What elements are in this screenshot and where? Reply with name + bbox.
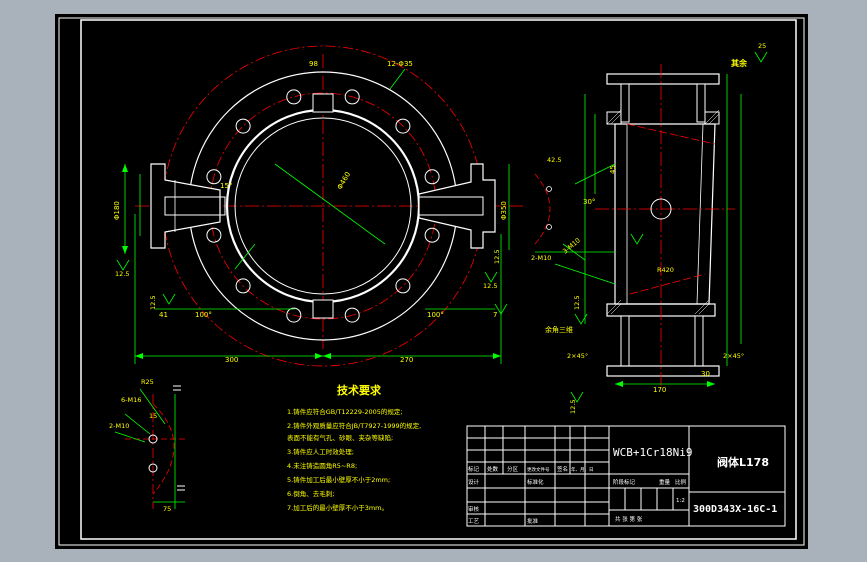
rough-right: 12.5 xyxy=(483,282,497,290)
dim-7: 7 xyxy=(493,311,497,319)
detail-75: 75 xyxy=(163,505,171,513)
dim-41: 41 xyxy=(159,311,168,319)
scale-label: 比例 xyxy=(675,478,687,486)
note-2: 2.铸件外观质量应符合JB/T7927-1999的规定, xyxy=(287,421,421,430)
hdr-sign: 签名 xyxy=(557,465,568,473)
detail-r25: R25 xyxy=(141,378,154,386)
rough-left: 12.5 xyxy=(115,270,129,278)
bolt-hole xyxy=(395,278,411,294)
dim-angle: 15° xyxy=(220,182,232,190)
hdr-count: 处数 xyxy=(487,465,499,473)
title-block-text: WCB+1Cr18Ni9 阀体L178 300D343X-16C-1 标记 处数… xyxy=(468,446,777,525)
dim-30: 30 xyxy=(701,370,710,378)
dim-100b: 100° xyxy=(427,311,444,319)
side-view: 其余 25 45 42.5 2-M10 30° R420 3-M10 余角三维 … xyxy=(531,42,768,414)
drawing-sheet: 98 12-Φ35 Φ460 Φ180 Φ350 15° 12.5 12.5 4… xyxy=(55,14,808,549)
row-design: 设计 xyxy=(468,478,480,486)
detail-6m16: 6-M16 xyxy=(121,396,141,404)
row-standard: 标准化 xyxy=(527,478,544,486)
weight-label: 重量 xyxy=(659,478,671,486)
hdr-doc: 更改文件号 xyxy=(527,466,550,473)
dim-dia-460: Φ460 xyxy=(336,171,352,191)
dim-dia-left: Φ180 xyxy=(113,201,121,220)
note-4: 4.未注铸造圆角R5~R8; xyxy=(287,461,357,470)
dim-45: 45 xyxy=(609,165,617,174)
note-6: 6.倒角、去毛刺; xyxy=(287,489,334,498)
dim-left-width: 300 xyxy=(225,356,238,364)
dim-bolt-holes: 12-Φ35 xyxy=(387,60,413,68)
row-process: 工艺 xyxy=(468,518,480,525)
dim-12-5-a: 12.5 xyxy=(149,296,157,310)
dim-100: 100° xyxy=(195,311,212,319)
scale-value: 1:2 xyxy=(676,498,685,504)
stage-label: 阶段标记 xyxy=(613,478,636,486)
dim-42-5: 42.5 xyxy=(547,156,561,164)
cad-drawing: 98 12-Φ35 Φ460 Φ180 Φ350 15° 12.5 12.5 4… xyxy=(58,17,805,546)
bolt-hole xyxy=(424,227,440,243)
sheets-label: 共 张 第 张 xyxy=(615,515,643,523)
dim-30-deg: 30° xyxy=(583,198,595,206)
note-rest: 其余 xyxy=(731,58,748,68)
note-1: 1.铸件应符合GB/T12229-2005的规定; xyxy=(287,407,403,416)
dim-right-width: 270 xyxy=(400,356,413,364)
bolt-hole xyxy=(286,89,302,105)
label-section: 余角三维 xyxy=(545,325,573,334)
front-view: 98 12-Φ35 Φ460 Φ180 Φ350 15° 12.5 12.5 4… xyxy=(113,45,525,367)
part-name: 阀体L178 xyxy=(717,455,769,469)
dim-radius: R420 xyxy=(657,266,674,274)
hdr-zone: 分区 xyxy=(507,465,519,473)
dim-top: 98 xyxy=(309,60,318,68)
bolt-hole xyxy=(235,118,251,134)
dim-2m10: 2-M10 xyxy=(531,254,551,262)
dim-12-5-side-a: 12.5 xyxy=(573,296,581,310)
dim-170: 170 xyxy=(653,386,666,394)
row-review: 审核 xyxy=(468,505,480,513)
note-5: 5.铸件加工后最小壁厚不小于2mm; xyxy=(287,475,390,484)
dim-dia-right: Φ350 xyxy=(500,201,508,220)
dim-2x45-a: 2×45° xyxy=(567,352,588,360)
detail-2m10: 2-M10 xyxy=(109,422,129,430)
dim-12-5-side-b: 12.5 xyxy=(569,400,577,414)
detail-15: 15 xyxy=(149,412,157,420)
dim-2x45-b: 2×45° xyxy=(723,352,744,360)
drawing-number: 300D343X-16C-1 xyxy=(693,504,777,515)
technical-notes: 技术要求 1.铸件应符合GB/T12229-2005的规定; 2.铸件外观质量应… xyxy=(287,383,421,512)
hdr-mark: 标记 xyxy=(468,465,480,473)
dim-12-5-b: 12.5 xyxy=(493,250,501,264)
material: WCB+1Cr18Ni9 xyxy=(613,446,692,459)
note-3: 3.铸件应人工时效处理; xyxy=(287,447,354,456)
row-approve: 批准 xyxy=(527,517,539,525)
detail-view: R25 6-M16 2-M10 15 75 xyxy=(109,378,185,513)
dim-threads: 3-M10 xyxy=(561,236,582,255)
hdr-date: 年、月、日 xyxy=(571,466,594,473)
note-2b: 表面不能有气孔、砂眼、夹杂等缺陷; xyxy=(287,433,393,442)
note-rest-value: 25 xyxy=(758,42,766,50)
notes-title: 技术要求 xyxy=(337,383,382,397)
note-7: 7.加工后的最小壁厚不小于3mm。 xyxy=(287,503,388,512)
outer-frame xyxy=(58,17,805,546)
